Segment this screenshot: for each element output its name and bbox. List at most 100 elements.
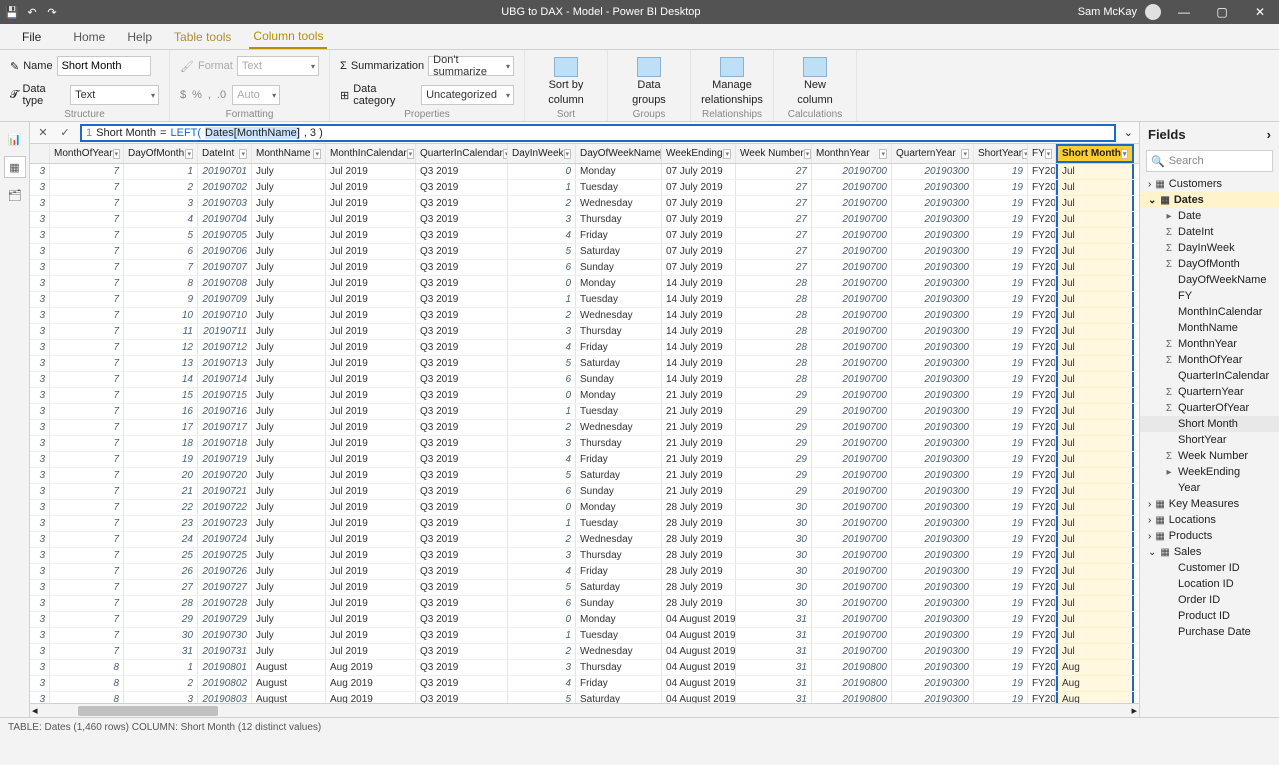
table-row[interactable]: 371920190719JulyJul 2019Q3 20194Friday21…	[30, 452, 1139, 468]
table-row[interactable]: 372120190721JulyJul 2019Q3 20196Sunday21…	[30, 484, 1139, 500]
data-view-icon[interactable]: ▦	[4, 156, 26, 178]
table-row[interactable]: 372720190727JulyJul 2019Q3 20195Saturday…	[30, 580, 1139, 596]
user-name[interactable]: Sam McKay	[1078, 6, 1137, 18]
fields-field-dayinweek[interactable]: ΣDayInWeek	[1140, 240, 1279, 256]
file-tab[interactable]: File	[8, 24, 55, 49]
fields-table-customers[interactable]: ▦Customers	[1140, 176, 1279, 192]
fields-table-dates[interactable]: ▦Dates	[1140, 192, 1279, 208]
table-row[interactable]: 372320190723JulyJul 2019Q3 20191Tuesday2…	[30, 516, 1139, 532]
fields-field-quarterincalendar[interactable]: QuarterInCalendar	[1140, 368, 1279, 384]
column-header-QuarternYear[interactable]: QuarternYear▾	[892, 144, 974, 163]
fields-field-order-id[interactable]: Order ID	[1140, 592, 1279, 608]
column-header-index[interactable]	[30, 144, 50, 163]
table-row[interactable]: 372420190724JulyJul 2019Q3 20192Wednesda…	[30, 532, 1139, 548]
decimal-auto[interactable]: Auto	[232, 85, 280, 105]
fields-field-quarterofyear[interactable]: ΣQuarterOfYear	[1140, 400, 1279, 416]
table-row[interactable]: 371220190712JulyJul 2019Q3 20194Friday14…	[30, 340, 1139, 356]
horizontal-scrollbar[interactable]: ◂ ▸	[30, 703, 1139, 717]
fields-field-monthincalendar[interactable]: MonthInCalendar	[1140, 304, 1279, 320]
table-row[interactable]: 372220190722JulyJul 2019Q3 20190Monday28…	[30, 500, 1139, 516]
fields-field-purchase-date[interactable]: Purchase Date	[1140, 624, 1279, 640]
tab-column-tools[interactable]: Column tools	[249, 24, 327, 49]
fields-field-dayofmonth[interactable]: ΣDayOfMonth	[1140, 256, 1279, 272]
column-header-ShortYear[interactable]: ShortYear▾	[974, 144, 1028, 163]
decimal-inc-icon[interactable]: .0	[217, 89, 226, 101]
fields-field-customer-id[interactable]: Customer ID	[1140, 560, 1279, 576]
column-header-Week Number[interactable]: Week Number▾	[736, 144, 812, 163]
table-row[interactable]: 371620190716JulyJul 2019Q3 20191Tuesday2…	[30, 404, 1139, 420]
fields-field-quarternyear[interactable]: ΣQuarternYear	[1140, 384, 1279, 400]
currency-icon[interactable]: $	[180, 89, 186, 101]
column-header-DateInt[interactable]: DateInt▾	[198, 144, 252, 163]
table-row[interactable]: 372820190728JulyJul 2019Q3 20196Sunday28…	[30, 596, 1139, 612]
column-header-WeekEnding[interactable]: WeekEnding▾	[662, 144, 736, 163]
maximize-button[interactable]: ▢	[1207, 0, 1237, 24]
fields-field-dayofweekname[interactable]: DayOfWeekName	[1140, 272, 1279, 288]
fields-field-fy[interactable]: FY	[1140, 288, 1279, 304]
fields-field-monthname[interactable]: MonthName	[1140, 320, 1279, 336]
fields-field-weekending[interactable]: ▸WeekEnding	[1140, 464, 1279, 480]
fields-field-monthnyear[interactable]: ΣMonthnYear	[1140, 336, 1279, 352]
fields-table-locations[interactable]: ▦Locations	[1140, 512, 1279, 528]
category-dropdown[interactable]: Uncategorized	[421, 85, 514, 105]
column-header-MonthnYear[interactable]: MonthnYear▾	[812, 144, 892, 163]
table-row[interactable]: 371820190718JulyJul 2019Q3 20193Thursday…	[30, 436, 1139, 452]
table-row[interactable]: 371420190714JulyJul 2019Q3 20196Sunday14…	[30, 372, 1139, 388]
close-button[interactable]: ✕	[1245, 0, 1275, 24]
column-header-MonthInCalendar[interactable]: MonthInCalendar▾	[326, 144, 416, 163]
scroll-thumb[interactable]	[78, 706, 218, 716]
name-input[interactable]	[57, 56, 151, 76]
minimize-button[interactable]: —	[1169, 0, 1199, 24]
data-groups-button[interactable]: Datagroups	[618, 54, 680, 107]
collapse-fields-icon[interactable]: ›	[1267, 127, 1271, 142]
table-row[interactable]: 38120190801AugustAug 2019Q3 20193Thursda…	[30, 660, 1139, 676]
tab-home[interactable]: Home	[69, 24, 109, 49]
table-row[interactable]: 37320190703JulyJul 2019Q3 20192Wednesday…	[30, 196, 1139, 212]
table-row[interactable]: 372020190720JulyJul 2019Q3 20195Saturday…	[30, 468, 1139, 484]
summarization-dropdown[interactable]: Don't summarize	[428, 56, 514, 76]
table-row[interactable]: 38320190803AugustAug 2019Q3 20195Saturda…	[30, 692, 1139, 703]
column-header-QuarterInCalendar[interactable]: QuarterInCalendar▾	[416, 144, 508, 163]
undo-icon[interactable]: ↶	[24, 4, 40, 20]
table-row[interactable]: 37620190706JulyJul 2019Q3 20195Saturday0…	[30, 244, 1139, 260]
table-row[interactable]: 371020190710JulyJul 2019Q3 20192Wednesda…	[30, 308, 1139, 324]
commit-formula-icon[interactable]: ✓	[58, 126, 72, 140]
sort-by-column-button[interactable]: Sort bycolumn	[535, 54, 597, 107]
tab-table-tools[interactable]: Table tools	[170, 24, 235, 49]
redo-icon[interactable]: ↷	[44, 4, 60, 20]
fields-field-date[interactable]: ▸Date	[1140, 208, 1279, 224]
fields-field-year[interactable]: Year	[1140, 480, 1279, 496]
format-dropdown[interactable]: Text	[237, 56, 319, 76]
fields-table-sales[interactable]: ▦Sales	[1140, 544, 1279, 560]
table-row[interactable]: 37820190708JulyJul 2019Q3 20190Monday14 …	[30, 276, 1139, 292]
manage-relationships-button[interactable]: Managerelationships	[701, 54, 763, 107]
table-row[interactable]: 37520190705JulyJul 2019Q3 20194Friday07 …	[30, 228, 1139, 244]
column-header-FY[interactable]: FY▾	[1028, 144, 1056, 163]
column-header-DayInWeek[interactable]: DayInWeek▾	[508, 144, 576, 163]
fields-search[interactable]: 🔍 Search	[1146, 150, 1273, 172]
save-icon[interactable]: 💾	[4, 4, 20, 20]
fields-table-key-measures[interactable]: ▦Key Measures	[1140, 496, 1279, 512]
tab-help[interactable]: Help	[123, 24, 156, 49]
cancel-formula-icon[interactable]: ✕	[36, 126, 50, 140]
fields-field-product-id[interactable]: Product ID	[1140, 608, 1279, 624]
fields-field-week-number[interactable]: ΣWeek Number	[1140, 448, 1279, 464]
table-row[interactable]: 373020190730JulyJul 2019Q3 20191Tuesday0…	[30, 628, 1139, 644]
table-row[interactable]: 37120190701JulyJul 2019Q3 20190Monday07 …	[30, 164, 1139, 180]
table-row[interactable]: 37220190702JulyJul 2019Q3 20191Tuesday07…	[30, 180, 1139, 196]
report-view-icon[interactable]: 📊	[4, 128, 26, 150]
column-header-DayOfWeekName[interactable]: DayOfWeekName▾	[576, 144, 662, 163]
table-row[interactable]: 371120190711JulyJul 2019Q3 20193Thursday…	[30, 324, 1139, 340]
fields-field-shortyear[interactable]: ShortYear	[1140, 432, 1279, 448]
fields-field-dateint[interactable]: ΣDateInt	[1140, 224, 1279, 240]
column-header-Short Month[interactable]: Short Month▾	[1056, 144, 1134, 163]
table-row[interactable]: 373120190731JulyJul 2019Q3 20192Wednesda…	[30, 644, 1139, 660]
model-view-icon[interactable]: 🗂	[4, 184, 26, 206]
fields-field-monthofyear[interactable]: ΣMonthOfYear	[1140, 352, 1279, 368]
column-header-MonthOfYear[interactable]: MonthOfYear▾	[50, 144, 124, 163]
percent-icon[interactable]: %	[192, 89, 202, 101]
fields-field-short-month[interactable]: Short Month	[1140, 416, 1279, 432]
table-row[interactable]: 371520190715JulyJul 2019Q3 20190Monday21…	[30, 388, 1139, 404]
table-row[interactable]: 37420190704JulyJul 2019Q3 20193Thursday0…	[30, 212, 1139, 228]
table-row[interactable]: 38220190802AugustAug 2019Q3 20194Friday0…	[30, 676, 1139, 692]
